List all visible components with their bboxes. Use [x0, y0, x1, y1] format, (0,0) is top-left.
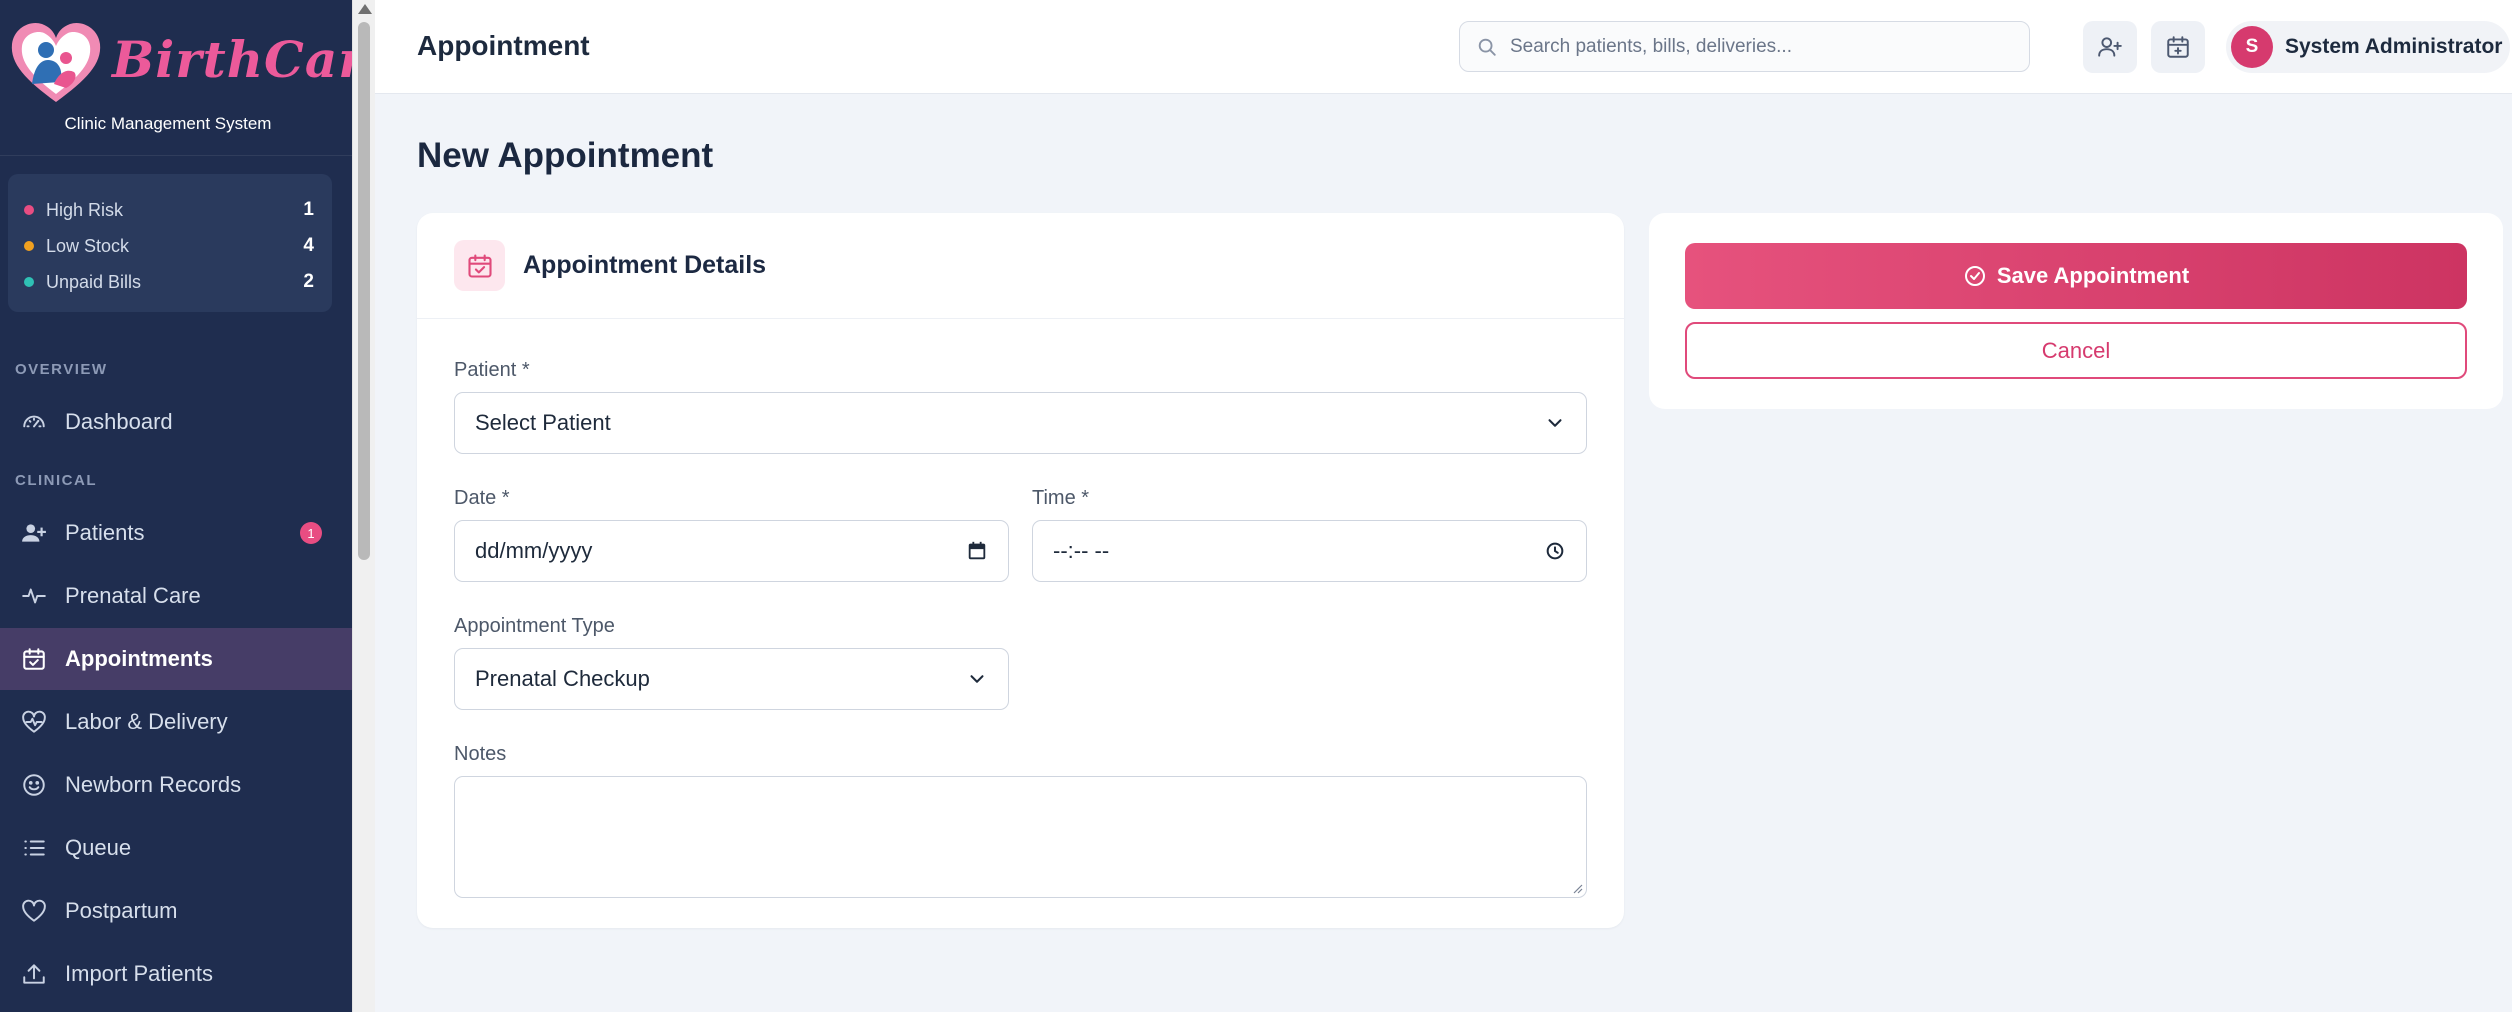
sidebar-item-label: Labor & Delivery	[65, 709, 228, 734]
date-label: Date *	[454, 487, 510, 509]
stat-low-stock[interactable]: Low Stock 4	[24, 228, 314, 264]
patients-badge: 1	[300, 522, 322, 544]
sidebar-item-label: Postpartum	[65, 898, 178, 923]
stat-value: 1	[303, 199, 314, 220]
appointment-type-label: Appointment Type	[454, 615, 615, 637]
appointment-type-value: Prenatal Checkup	[475, 666, 650, 691]
page-title: New Appointment	[417, 136, 714, 175]
stat-high-risk[interactable]: High Risk 1	[24, 192, 314, 228]
save-appointment-button[interactable]: Save Appointment	[1685, 243, 2467, 309]
resize-handle-icon[interactable]	[1571, 882, 1583, 894]
user-plus-icon	[2098, 37, 2122, 57]
card-header: Appointment Details	[417, 213, 1624, 319]
clock-icon[interactable]	[1544, 540, 1566, 562]
calendar-icon[interactable]	[966, 540, 988, 562]
sidebar-item-label: Queue	[65, 835, 132, 860]
stat-label: Unpaid Bills	[46, 271, 142, 292]
check-circle-icon	[1964, 266, 1985, 286]
save-button-label: Save Appointment	[1996, 263, 2190, 288]
sidebar-item-postpartum[interactable]: Postpartum	[0, 880, 352, 942]
user-name: System Administrator	[2285, 35, 2503, 58]
sidebar-item-queue[interactable]: Queue	[0, 817, 352, 879]
sidebar-item-label: Patients	[65, 520, 145, 545]
sidebar-item-patients[interactable]: Patients 1	[0, 502, 352, 564]
sidebar-item-label: Newborn Records	[65, 772, 242, 797]
sidebar-item-dashboard[interactable]: Dashboard	[0, 391, 352, 453]
sidebar-item-labor-delivery[interactable]: Labor & Delivery	[0, 691, 352, 753]
avatar: S	[2231, 26, 2273, 68]
status-dot	[24, 205, 34, 215]
search-input[interactable]	[1510, 35, 2010, 58]
sidebar: BirthCare Clinic Management System High …	[0, 0, 397, 1012]
smile-icon	[20, 771, 48, 799]
patient-select-value: Select Patient	[475, 410, 611, 435]
user-menu[interactable]: S System Administrator	[2226, 21, 2510, 73]
sidebar-item-label: Prenatal Care	[65, 583, 201, 608]
user-plus-icon	[20, 519, 48, 547]
sidebar-item-label: Appointments	[65, 646, 213, 671]
sidebar-item-newborn-records[interactable]: Newborn Records	[0, 754, 352, 816]
time-field[interactable]: --:-- --	[1032, 520, 1587, 582]
cancel-button[interactable]: Cancel	[1685, 322, 2467, 379]
sidebar-scrollbar[interactable]	[352, 0, 375, 1012]
sidebar-item-appointments[interactable]: Appointments	[0, 628, 352, 690]
stat-value: 4	[303, 235, 314, 256]
time-field-value: --:-- --	[1053, 538, 1110, 563]
chevron-down-icon	[1548, 419, 1562, 427]
time-label: Time *	[1032, 487, 1090, 509]
sidebar-item-prenatal-care[interactable]: Prenatal Care	[0, 565, 352, 627]
heart-icon	[20, 897, 48, 925]
status-dot	[24, 277, 34, 287]
notes-label: Notes	[454, 743, 507, 765]
calendar-check-icon	[454, 240, 505, 291]
new-appointment-button[interactable]	[2151, 21, 2205, 73]
scroll-up-arrow-icon[interactable]	[358, 4, 372, 14]
upload-icon	[20, 960, 48, 988]
search-box[interactable]	[1459, 21, 2030, 72]
gauge-icon	[20, 408, 48, 436]
notes-textarea[interactable]	[454, 776, 1587, 898]
stat-value: 2	[303, 271, 314, 292]
status-dot	[24, 241, 34, 251]
calendar-check-icon	[20, 645, 48, 673]
sidebar-item-label: Import Patients	[65, 961, 213, 986]
calendar-plus-icon	[2167, 36, 2189, 58]
actions-card: Save Appointment Cancel	[1649, 213, 2503, 409]
search-icon	[1478, 38, 1496, 56]
logo-icon	[11, 22, 101, 102]
brand: BirthCare Clinic Management System	[0, 0, 397, 156]
appointment-details-card: Appointment Details Patient * Select Pat…	[417, 213, 1624, 928]
date-field[interactable]: dd/mm/yyyy	[454, 520, 1009, 582]
chevron-down-icon	[970, 675, 984, 683]
nav-section-overview: OVERVIEW	[15, 361, 108, 378]
stat-label: Low Stock	[46, 235, 130, 256]
top-title: Appointment	[417, 30, 590, 61]
stat-label: High Risk	[46, 199, 124, 220]
heart-pulse-icon	[20, 708, 48, 736]
pulse-icon	[20, 582, 48, 610]
topbar: Appointment S System Administrator	[375, 0, 2512, 94]
patient-label: Patient *	[454, 359, 530, 381]
sidebar-item-label: Dashboard	[65, 409, 173, 434]
stat-unpaid-bills[interactable]: Unpaid Bills 2	[24, 264, 314, 300]
alert-stats: High Risk 1 Low Stock 4 Unpaid Bills 2	[8, 174, 332, 312]
appointment-type-select[interactable]: Prenatal Checkup	[454, 648, 1009, 710]
patient-select[interactable]: Select Patient	[454, 392, 1587, 454]
scroll-thumb[interactable]	[358, 22, 370, 560]
date-field-value: dd/mm/yyyy	[475, 538, 593, 563]
sidebar-item-import-patients[interactable]: Import Patients	[0, 943, 352, 1005]
nav-section-clinical: CLINICAL	[15, 472, 97, 489]
brand-subtitle: Clinic Management System	[64, 114, 272, 133]
list-icon	[20, 834, 48, 862]
card-title: Appointment Details	[523, 251, 767, 279]
add-patient-button[interactable]	[2083, 21, 2137, 73]
